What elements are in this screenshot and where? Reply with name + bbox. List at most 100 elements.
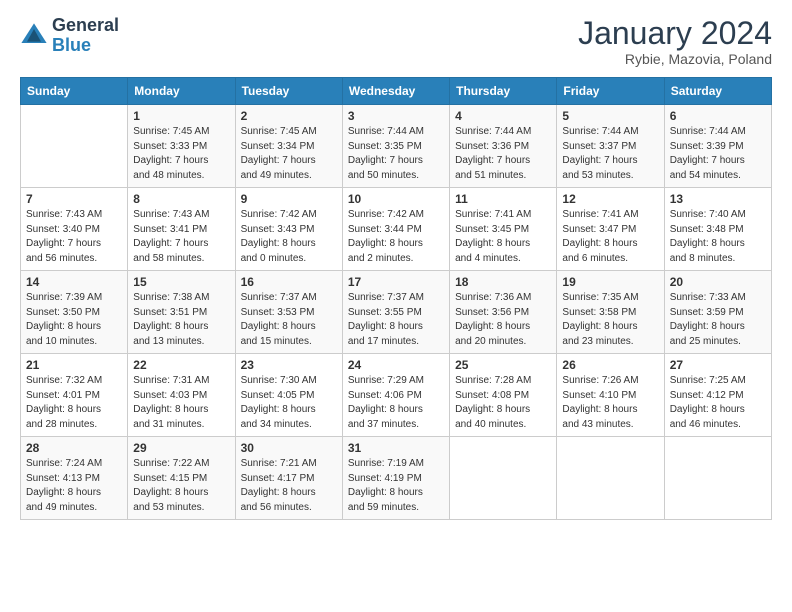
header-tuesday: Tuesday xyxy=(235,78,342,105)
day-info: Sunrise: 7:44 AM Sunset: 3:36 PM Dayligh… xyxy=(455,125,551,183)
day-number: 14 xyxy=(26,275,122,289)
calendar-cell: 14 Sunrise: 7:39 AM Sunset: 3:50 PM Dayli… xyxy=(21,271,128,354)
header-monday: Monday xyxy=(128,78,235,105)
month-year: January 2024 xyxy=(578,16,772,51)
day-number: 3 xyxy=(348,109,444,123)
day-number: 25 xyxy=(455,358,551,372)
logo: General Blue xyxy=(20,16,119,56)
calendar-cell xyxy=(450,437,557,520)
day-info: Sunrise: 7:43 AM Sunset: 3:41 PM Dayligh… xyxy=(133,208,229,266)
day-info: Sunrise: 7:42 AM Sunset: 3:44 PM Dayligh… xyxy=(348,208,444,266)
calendar-cell: 26 Sunrise: 7:26 AM Sunset: 4:10 PM Dayli… xyxy=(557,354,664,437)
calendar-header-row: SundayMondayTuesdayWednesdayThursdayFrid… xyxy=(21,78,772,105)
day-info: Sunrise: 7:44 AM Sunset: 3:35 PM Dayligh… xyxy=(348,125,444,183)
day-info: Sunrise: 7:30 AM Sunset: 4:05 PM Dayligh… xyxy=(241,374,337,432)
day-info: Sunrise: 7:38 AM Sunset: 3:51 PM Dayligh… xyxy=(133,291,229,349)
header-wednesday: Wednesday xyxy=(342,78,449,105)
day-info: Sunrise: 7:31 AM Sunset: 4:03 PM Dayligh… xyxy=(133,374,229,432)
day-number: 9 xyxy=(241,192,337,206)
day-info: Sunrise: 7:36 AM Sunset: 3:56 PM Dayligh… xyxy=(455,291,551,349)
day-number: 13 xyxy=(670,192,766,206)
day-info: Sunrise: 7:29 AM Sunset: 4:06 PM Dayligh… xyxy=(348,374,444,432)
day-info: Sunrise: 7:39 AM Sunset: 3:50 PM Dayligh… xyxy=(26,291,122,349)
day-number: 7 xyxy=(26,192,122,206)
day-number: 10 xyxy=(348,192,444,206)
day-info: Sunrise: 7:37 AM Sunset: 3:55 PM Dayligh… xyxy=(348,291,444,349)
logo-line1: General xyxy=(52,16,119,36)
calendar-table: SundayMondayTuesdayWednesdayThursdayFrid… xyxy=(20,77,772,520)
day-info: Sunrise: 7:41 AM Sunset: 3:47 PM Dayligh… xyxy=(562,208,658,266)
day-info: Sunrise: 7:21 AM Sunset: 4:17 PM Dayligh… xyxy=(241,457,337,515)
day-info: Sunrise: 7:28 AM Sunset: 4:08 PM Dayligh… xyxy=(455,374,551,432)
calendar-cell: 15Sunrise: 7:38 AM Sunset: 3:51 PM Dayli… xyxy=(128,271,235,354)
calendar-cell: 8 Sunrise: 7:43 AM Sunset: 3:41 PM Daylig… xyxy=(128,188,235,271)
week-row-4: 21 Sunrise: 7:32 AM Sunset: 4:01 PM Dayli… xyxy=(21,354,772,437)
calendar-cell xyxy=(557,437,664,520)
calendar-cell: 18Sunrise: 7:36 AM Sunset: 3:56 PM Dayli… xyxy=(450,271,557,354)
calendar-cell xyxy=(664,437,771,520)
calendar-cell: 9 Sunrise: 7:42 AM Sunset: 3:43 PM Daylig… xyxy=(235,188,342,271)
calendar-cell: 17Sunrise: 7:37 AM Sunset: 3:55 PM Dayli… xyxy=(342,271,449,354)
calendar-cell: 7Sunrise: 7:43 AM Sunset: 3:40 PM Daylig… xyxy=(21,188,128,271)
calendar-cell: 27 Sunrise: 7:25 AM Sunset: 4:12 PM Dayli… xyxy=(664,354,771,437)
day-info: Sunrise: 7:25 AM Sunset: 4:12 PM Dayligh… xyxy=(670,374,766,432)
week-row-2: 7Sunrise: 7:43 AM Sunset: 3:40 PM Daylig… xyxy=(21,188,772,271)
day-number: 28 xyxy=(26,441,122,455)
week-row-1: 1Sunrise: 7:45 AM Sunset: 3:33 PM Daylig… xyxy=(21,105,772,188)
page-header: General Blue January 2024 Rybie, Mazovia… xyxy=(20,16,772,67)
day-info: Sunrise: 7:41 AM Sunset: 3:45 PM Dayligh… xyxy=(455,208,551,266)
week-row-3: 14 Sunrise: 7:39 AM Sunset: 3:50 PM Dayli… xyxy=(21,271,772,354)
location: Rybie, Mazovia, Poland xyxy=(578,51,772,67)
day-number: 8 xyxy=(133,192,229,206)
day-number: 5 xyxy=(562,109,658,123)
day-info: Sunrise: 7:33 AM Sunset: 3:59 PM Dayligh… xyxy=(670,291,766,349)
day-number: 26 xyxy=(562,358,658,372)
day-number: 4 xyxy=(455,109,551,123)
day-number: 30 xyxy=(241,441,337,455)
title-block: January 2024 Rybie, Mazovia, Poland xyxy=(578,16,772,67)
week-row-5: 28 Sunrise: 7:24 AM Sunset: 4:13 PM Dayli… xyxy=(21,437,772,520)
logo-line2: Blue xyxy=(52,36,119,56)
day-number: 29 xyxy=(133,441,229,455)
logo-icon xyxy=(20,22,48,50)
calendar-cell: 24 Sunrise: 7:29 AM Sunset: 4:06 PM Dayli… xyxy=(342,354,449,437)
day-number: 16 xyxy=(241,275,337,289)
calendar-cell: 2Sunrise: 7:45 AM Sunset: 3:34 PM Daylig… xyxy=(235,105,342,188)
day-number: 11 xyxy=(455,192,551,206)
header-sunday: Sunday xyxy=(21,78,128,105)
day-info: Sunrise: 7:24 AM Sunset: 4:13 PM Dayligh… xyxy=(26,457,122,515)
day-info: Sunrise: 7:32 AM Sunset: 4:01 PM Dayligh… xyxy=(26,374,122,432)
calendar-cell: 31Sunrise: 7:19 AM Sunset: 4:19 PM Dayli… xyxy=(342,437,449,520)
calendar-cell: 5 Sunrise: 7:44 AM Sunset: 3:37 PM Daylig… xyxy=(557,105,664,188)
calendar-cell: 6Sunrise: 7:44 AM Sunset: 3:39 PM Daylig… xyxy=(664,105,771,188)
calendar-cell: 25 Sunrise: 7:28 AM Sunset: 4:08 PM Dayli… xyxy=(450,354,557,437)
calendar-cell: 4 Sunrise: 7:44 AM Sunset: 3:36 PM Daylig… xyxy=(450,105,557,188)
calendar-cell xyxy=(21,105,128,188)
day-number: 21 xyxy=(26,358,122,372)
calendar-cell: 16Sunrise: 7:37 AM Sunset: 3:53 PM Dayli… xyxy=(235,271,342,354)
calendar-cell: 28 Sunrise: 7:24 AM Sunset: 4:13 PM Dayli… xyxy=(21,437,128,520)
day-number: 1 xyxy=(133,109,229,123)
day-info: Sunrise: 7:42 AM Sunset: 3:43 PM Dayligh… xyxy=(241,208,337,266)
calendar-cell: 21 Sunrise: 7:32 AM Sunset: 4:01 PM Dayli… xyxy=(21,354,128,437)
header-thursday: Thursday xyxy=(450,78,557,105)
calendar-cell: 13 Sunrise: 7:40 AM Sunset: 3:48 PM Dayli… xyxy=(664,188,771,271)
day-info: Sunrise: 7:44 AM Sunset: 3:37 PM Dayligh… xyxy=(562,125,658,183)
header-saturday: Saturday xyxy=(664,78,771,105)
day-number: 19 xyxy=(562,275,658,289)
day-number: 23 xyxy=(241,358,337,372)
day-number: 24 xyxy=(348,358,444,372)
day-info: Sunrise: 7:26 AM Sunset: 4:10 PM Dayligh… xyxy=(562,374,658,432)
day-number: 27 xyxy=(670,358,766,372)
day-info: Sunrise: 7:45 AM Sunset: 3:34 PM Dayligh… xyxy=(241,125,337,183)
day-number: 6 xyxy=(670,109,766,123)
day-number: 12 xyxy=(562,192,658,206)
calendar-cell: 10 Sunrise: 7:42 AM Sunset: 3:44 PM Dayli… xyxy=(342,188,449,271)
day-number: 22 xyxy=(133,358,229,372)
calendar-cell: 3 Sunrise: 7:44 AM Sunset: 3:35 PM Daylig… xyxy=(342,105,449,188)
calendar-cell: 30 Sunrise: 7:21 AM Sunset: 4:17 PM Dayli… xyxy=(235,437,342,520)
calendar-cell: 1Sunrise: 7:45 AM Sunset: 3:33 PM Daylig… xyxy=(128,105,235,188)
day-info: Sunrise: 7:40 AM Sunset: 3:48 PM Dayligh… xyxy=(670,208,766,266)
calendar-cell: 22 Sunrise: 7:31 AM Sunset: 4:03 PM Dayli… xyxy=(128,354,235,437)
calendar-cell: 19Sunrise: 7:35 AM Sunset: 3:58 PM Dayli… xyxy=(557,271,664,354)
